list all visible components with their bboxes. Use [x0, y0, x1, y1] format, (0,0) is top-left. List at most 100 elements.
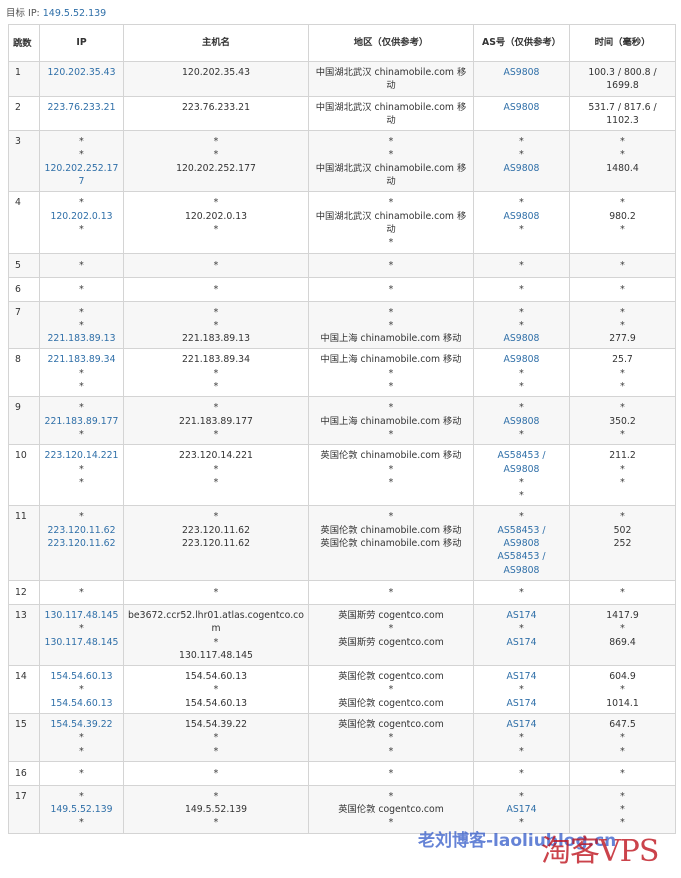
- region-cell: * 中国湖北武汉 chinamobile.com 移动 *: [308, 191, 474, 254]
- region-cell-line: *: [388, 586, 394, 598]
- table-row: 4 * 120.202.0.13 * * 120.202.0.13 * * 中国湖北武汉 chi…: [8, 191, 676, 254]
- as-cell-line: *: [519, 767, 524, 779]
- time-cell-line: 502: [613, 524, 632, 536]
- time-cell: 647.5 * *: [569, 712, 676, 762]
- as-cell-line[interactable]: AS174: [478, 609, 565, 622]
- time-cell-line: 1417.9: [606, 609, 639, 621]
- time-cell-line: 100.3 / 800.8 / 1699.8: [588, 67, 657, 92]
- ip-cell-line[interactable]: 154.54.60.13: [44, 670, 119, 683]
- as-cell-line[interactable]: AS9808: [478, 162, 565, 175]
- hop-cell: 17: [8, 784, 40, 834]
- as-cell: *: [473, 579, 570, 605]
- ip-cell: * * 221.183.89.13: [39, 300, 124, 350]
- header-time: 时间（毫秒）: [569, 24, 676, 62]
- ip-cell-line[interactable]: 223.76.233.21: [44, 101, 119, 114]
- as-cell-line[interactable]: AS9808: [478, 353, 565, 366]
- hostname-cell: 154.54.60.13 * 154.54.60.13: [123, 665, 309, 714]
- region-cell: * 中国上海 chinamobile.com 移动 *: [308, 396, 474, 446]
- time-cell-line: *: [620, 804, 625, 816]
- as-cell-line: *: [519, 490, 524, 502]
- region-cell-line: *: [388, 283, 394, 295]
- hostname-cell-line: *: [213, 149, 219, 161]
- time-cell-line: *: [620, 463, 625, 475]
- hostname-cell-line: 120.202.0.13: [184, 210, 248, 222]
- region-cell-line: *: [388, 197, 394, 209]
- time-cell-line: *: [620, 402, 625, 414]
- ip-cell-line[interactable]: 221.183.89.34: [44, 353, 119, 366]
- ip-cell-line[interactable]: 154.54.39.22: [44, 718, 119, 731]
- as-cell-line[interactable]: AS9808: [478, 332, 565, 345]
- ip-cell-line[interactable]: 221.183.89.177: [44, 415, 119, 428]
- time-cell-line: *: [620, 745, 625, 757]
- as-cell: AS58453 /AS9808 * *: [473, 444, 570, 507]
- region-cell-line: 英国伦敦 chinamobile.com 移动: [320, 538, 462, 550]
- as-cell-line[interactable]: AS9808: [478, 66, 565, 79]
- hostname-cell: * 223.120.11.62 223.120.11.62: [123, 505, 309, 581]
- as-cell-line[interactable]: AS174: [478, 803, 565, 816]
- ip-cell-line: *: [79, 817, 84, 829]
- as-cell-line[interactable]: AS58453 /: [478, 449, 565, 462]
- as-cell-line: *: [519, 136, 524, 148]
- ip-cell-line[interactable]: 130.117.48.145: [44, 609, 119, 622]
- hostname-cell-line: *: [213, 586, 219, 598]
- ip-cell-line[interactable]: 130.117.48.145: [44, 636, 119, 649]
- hostname-cell-line: 154.54.60.13: [184, 671, 248, 683]
- ip-cell-line[interactable]: 223.120.11.62: [44, 537, 119, 550]
- time-cell: * 502 252: [569, 505, 676, 581]
- table-row: 5 * * * * *: [8, 252, 676, 278]
- as-cell-line[interactable]: AS174: [478, 636, 565, 649]
- region-cell-line: *: [388, 381, 394, 393]
- as-cell-line[interactable]: AS58453 /: [478, 524, 565, 537]
- ip-cell-line[interactable]: 223.120.14.221: [44, 449, 119, 462]
- as-cell: AS9808: [473, 61, 570, 97]
- time-cell-line: *: [620, 428, 625, 440]
- as-cell-line[interactable]: AS174: [478, 718, 565, 731]
- ip-cell-line[interactable]: 149.5.52.139: [44, 803, 119, 816]
- ip-cell-line: *: [79, 259, 84, 271]
- ip-cell-line[interactable]: 154.54.60.13: [44, 697, 119, 710]
- as-cell-line[interactable]: AS9808: [478, 564, 565, 577]
- as-cell-line[interactable]: AS9808: [478, 101, 565, 114]
- as-cell-line[interactable]: AS174: [478, 697, 565, 710]
- as-cell-line[interactable]: AS9808: [478, 415, 565, 428]
- ip-cell-line[interactable]: 120.202.252.177: [44, 162, 119, 189]
- as-cell-line[interactable]: AS9808: [478, 210, 565, 223]
- ip-cell-line: *: [79, 149, 84, 161]
- as-cell-line[interactable]: AS9808: [478, 537, 565, 550]
- hostname-cell-line: *: [213, 767, 219, 779]
- time-cell: * 350.2 *: [569, 396, 676, 446]
- hostname-cell-line: 223.76.233.21: [181, 101, 250, 113]
- ip-cell: *: [39, 760, 124, 786]
- time-cell-line: *: [620, 283, 625, 295]
- ip-cell-line[interactable]: 120.202.0.13: [44, 210, 119, 223]
- time-cell-line: *: [620, 586, 625, 598]
- region-cell: *: [308, 276, 474, 302]
- as-cell: AS174 * AS174: [473, 665, 570, 714]
- as-cell-line: *: [519, 367, 524, 379]
- ip-cell-line[interactable]: 221.183.89.13: [44, 332, 119, 345]
- hostname-cell-line: be3672.ccr52.lhr01.atlas.cogentco.com: [128, 609, 304, 635]
- hostname-cell: 223.120.14.221 * *: [123, 444, 309, 507]
- time-cell-line: 869.4: [609, 636, 636, 648]
- as-cell: * AS58453 /AS9808 AS58453 /AS9808: [473, 505, 570, 581]
- target-ip-value[interactable]: 149.5.52.139: [43, 8, 106, 19]
- hostname-cell-line: *: [213, 790, 219, 802]
- as-cell-line: *: [519, 745, 524, 757]
- time-cell-line: *: [620, 367, 625, 379]
- as-cell-line[interactable]: AS174: [478, 670, 565, 683]
- hostname-cell-line: 120.202.252.177: [176, 162, 256, 174]
- ip-cell-line[interactable]: 223.120.11.62: [44, 524, 119, 537]
- header-region: 地区（仅供参考）: [308, 24, 474, 62]
- ip-cell-line[interactable]: 120.202.35.43: [44, 66, 119, 79]
- as-cell-line[interactable]: AS9808: [478, 463, 565, 476]
- hostname-cell: * 120.202.0.13 *: [123, 191, 309, 254]
- region-cell-line: 英国伦敦 chinamobile.com 移动: [320, 450, 462, 462]
- table-row: 2 223.76.233.21 223.76.233.21 中国湖北武汉 chinam…: [8, 95, 676, 132]
- table-row: 1 120.202.35.43 120.202.35.43 中国湖北武汉 chinam…: [8, 61, 676, 97]
- region-cell-line: *: [388, 476, 394, 488]
- ip-cell-line: *: [79, 428, 84, 440]
- hostname-cell-line: *: [213, 732, 219, 744]
- hostname-cell-line: 221.183.89.13: [181, 333, 250, 345]
- as-cell-line[interactable]: AS58453 /: [478, 550, 565, 563]
- region-cell-line: 英国伦敦 chinamobile.com 移动: [320, 524, 462, 536]
